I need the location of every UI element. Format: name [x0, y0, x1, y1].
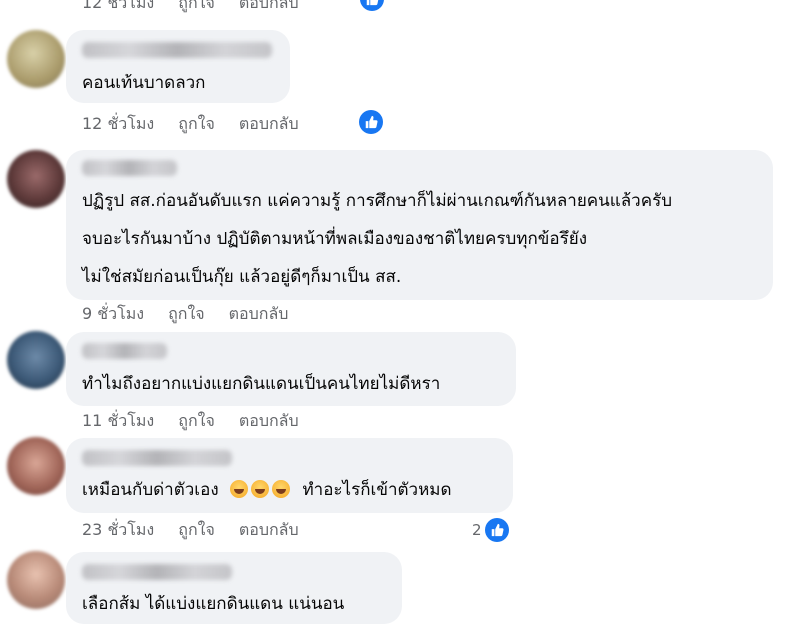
- comment-text: คอนเท้นบาดลวก: [82, 73, 206, 93]
- like-reaction-badge[interactable]: [360, 0, 384, 11]
- comment-text-line: จบอะไรกันมาบ้าง ปฏิบัติตามหน้าที่พลเมือง…: [82, 229, 588, 249]
- reply-link[interactable]: ตอบกลับ: [229, 302, 289, 327]
- comment-actions: 12 ชั่วโมง ถูกใจ ตอบกลับ: [82, 112, 299, 137]
- reply-link[interactable]: ตอบกลับ: [239, 0, 299, 16]
- thumbs-up-icon: [366, 0, 379, 6]
- comment-text: เลือกส้ม ได้แบ่งแยกดินแดน แน่นอน: [82, 594, 345, 614]
- avatar[interactable]: [7, 331, 65, 389]
- avatar[interactable]: [7, 150, 65, 208]
- comment-bubble: ทำไมถึงอยากแบ่งแยกดินแดนเป็นคนไทยไม่ดีหร…: [66, 332, 516, 406]
- like-reaction-badge[interactable]: [485, 518, 509, 542]
- comment-text-part: ทำอะไรก็เข้าตัวหมด: [302, 480, 452, 500]
- like-link[interactable]: ถูกใจ: [168, 302, 205, 327]
- comment-text: ทำไมถึงอยากแบ่งแยกดินแดนเป็นคนไทยไม่ดีหร…: [82, 374, 441, 394]
- commenter-name-blurred[interactable]: [82, 450, 232, 466]
- comment-text-part: เหมือนกับด่าตัวเอง: [82, 480, 219, 500]
- like-link[interactable]: ถูกใจ: [178, 518, 215, 543]
- rolling-on-floor-laughing-emoji: [230, 480, 249, 498]
- commenter-name-blurred[interactable]: [82, 343, 167, 359]
- like-link[interactable]: ถูกใจ: [178, 112, 215, 137]
- reply-link[interactable]: ตอบกลับ: [239, 518, 299, 543]
- comment-bubble: คอนเท้นบาดลวก: [66, 30, 290, 103]
- commenter-name-blurred[interactable]: [82, 42, 272, 58]
- reply-link[interactable]: ตอบกลับ: [239, 409, 299, 434]
- comment-text-line: ไม่ใช่สมัยก่อนเป็นกุ๊ย แล้วอยู่ดีๆก็มาเป…: [82, 267, 402, 287]
- thumbs-up-icon: [365, 115, 378, 129]
- thumbs-up-icon: [491, 523, 504, 537]
- comment-text-line: ปฏิรูป สส.ก่อนอันดับแรก แค่ความรู้ การศึ…: [82, 191, 673, 211]
- commenter-name-blurred[interactable]: [82, 564, 232, 580]
- comment-actions-top: 12 ชั่วโมง ถูกใจ ตอบกลับ: [82, 0, 299, 16]
- commenter-name-blurred[interactable]: [82, 160, 177, 176]
- timestamp[interactable]: 12 ชั่วโมง: [82, 0, 154, 16]
- avatar[interactable]: [7, 437, 65, 495]
- rolling-on-floor-laughing-emoji: [272, 480, 291, 498]
- rolling-on-floor-laughing-emoji: [251, 480, 270, 498]
- comment-actions: 9 ชั่วโมง ถูกใจ ตอบกลับ: [82, 302, 288, 327]
- comment-bubble: ปฏิรูป สส.ก่อนอันดับแรก แค่ความรู้ การศึ…: [66, 150, 773, 300]
- comment-bubble: เลือกส้ม ได้แบ่งแยกดินแดน แน่นอน: [66, 552, 402, 624]
- like-link[interactable]: ถูกใจ: [178, 409, 215, 434]
- laughing-emoji-group: [230, 480, 298, 500]
- reply-link[interactable]: ตอบกลับ: [239, 112, 299, 137]
- timestamp[interactable]: 23 ชั่วโมง: [82, 518, 154, 543]
- like-reaction-badge[interactable]: [359, 110, 383, 134]
- timestamp[interactable]: 12 ชั่วโมง: [82, 112, 154, 137]
- comment-actions: 11 ชั่วโมง ถูกใจ ตอบกลับ: [82, 409, 299, 434]
- reaction-count[interactable]: 2: [472, 521, 482, 539]
- timestamp[interactable]: 11 ชั่วโมง: [82, 409, 154, 434]
- avatar[interactable]: [7, 30, 65, 88]
- comment-bubble: เหมือนกับด่าตัวเอง ทำอะไรก็เข้าตัวหมด: [66, 438, 513, 513]
- timestamp[interactable]: 9 ชั่วโมง: [82, 302, 144, 327]
- avatar[interactable]: [7, 551, 65, 609]
- comment-actions: 23 ชั่วโมง ถูกใจ ตอบกลับ: [82, 518, 299, 543]
- comment-text: เหมือนกับด่าตัวเอง ทำอะไรก็เข้าตัวหมด: [82, 471, 452, 509]
- like-link[interactable]: ถูกใจ: [178, 0, 215, 16]
